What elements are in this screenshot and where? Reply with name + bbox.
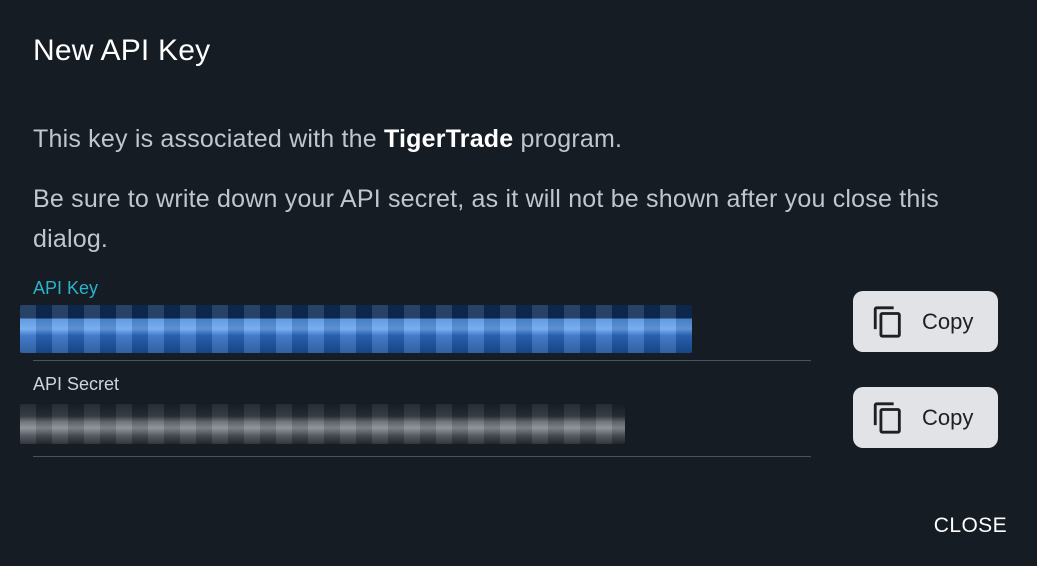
- copy-api-key-button[interactable]: Copy: [853, 291, 998, 352]
- dialog-title: New API Key: [33, 34, 211, 67]
- api-secret-value-redacted[interactable]: [20, 404, 625, 444]
- association-text-prefix: This key is associated with the: [33, 125, 384, 153]
- close-button[interactable]: CLOSE: [934, 514, 1007, 538]
- association-text: This key is associated with the TigerTra…: [33, 119, 622, 159]
- copy-icon: [873, 401, 901, 434]
- api-key-field[interactable]: API Key: [20, 278, 811, 361]
- api-secret-label: API Secret: [33, 374, 120, 394]
- association-text-suffix: program.: [513, 125, 623, 153]
- api-key-label: API Key: [33, 278, 99, 298]
- copy-api-secret-label: Copy: [922, 404, 974, 430]
- api-key-value-redacted[interactable]: [20, 305, 692, 353]
- warning-text: Be sure to write down your API secret, a…: [33, 185, 939, 253]
- copy-icon: [873, 305, 901, 338]
- api-secret-field[interactable]: API Secret: [20, 374, 811, 457]
- copy-api-secret-button[interactable]: Copy: [853, 387, 998, 448]
- new-api-key-dialog: New API Key This key is associated with …: [0, 0, 1037, 566]
- program-name: TigerTrade: [384, 125, 514, 153]
- copy-api-key-label: Copy: [922, 308, 974, 334]
